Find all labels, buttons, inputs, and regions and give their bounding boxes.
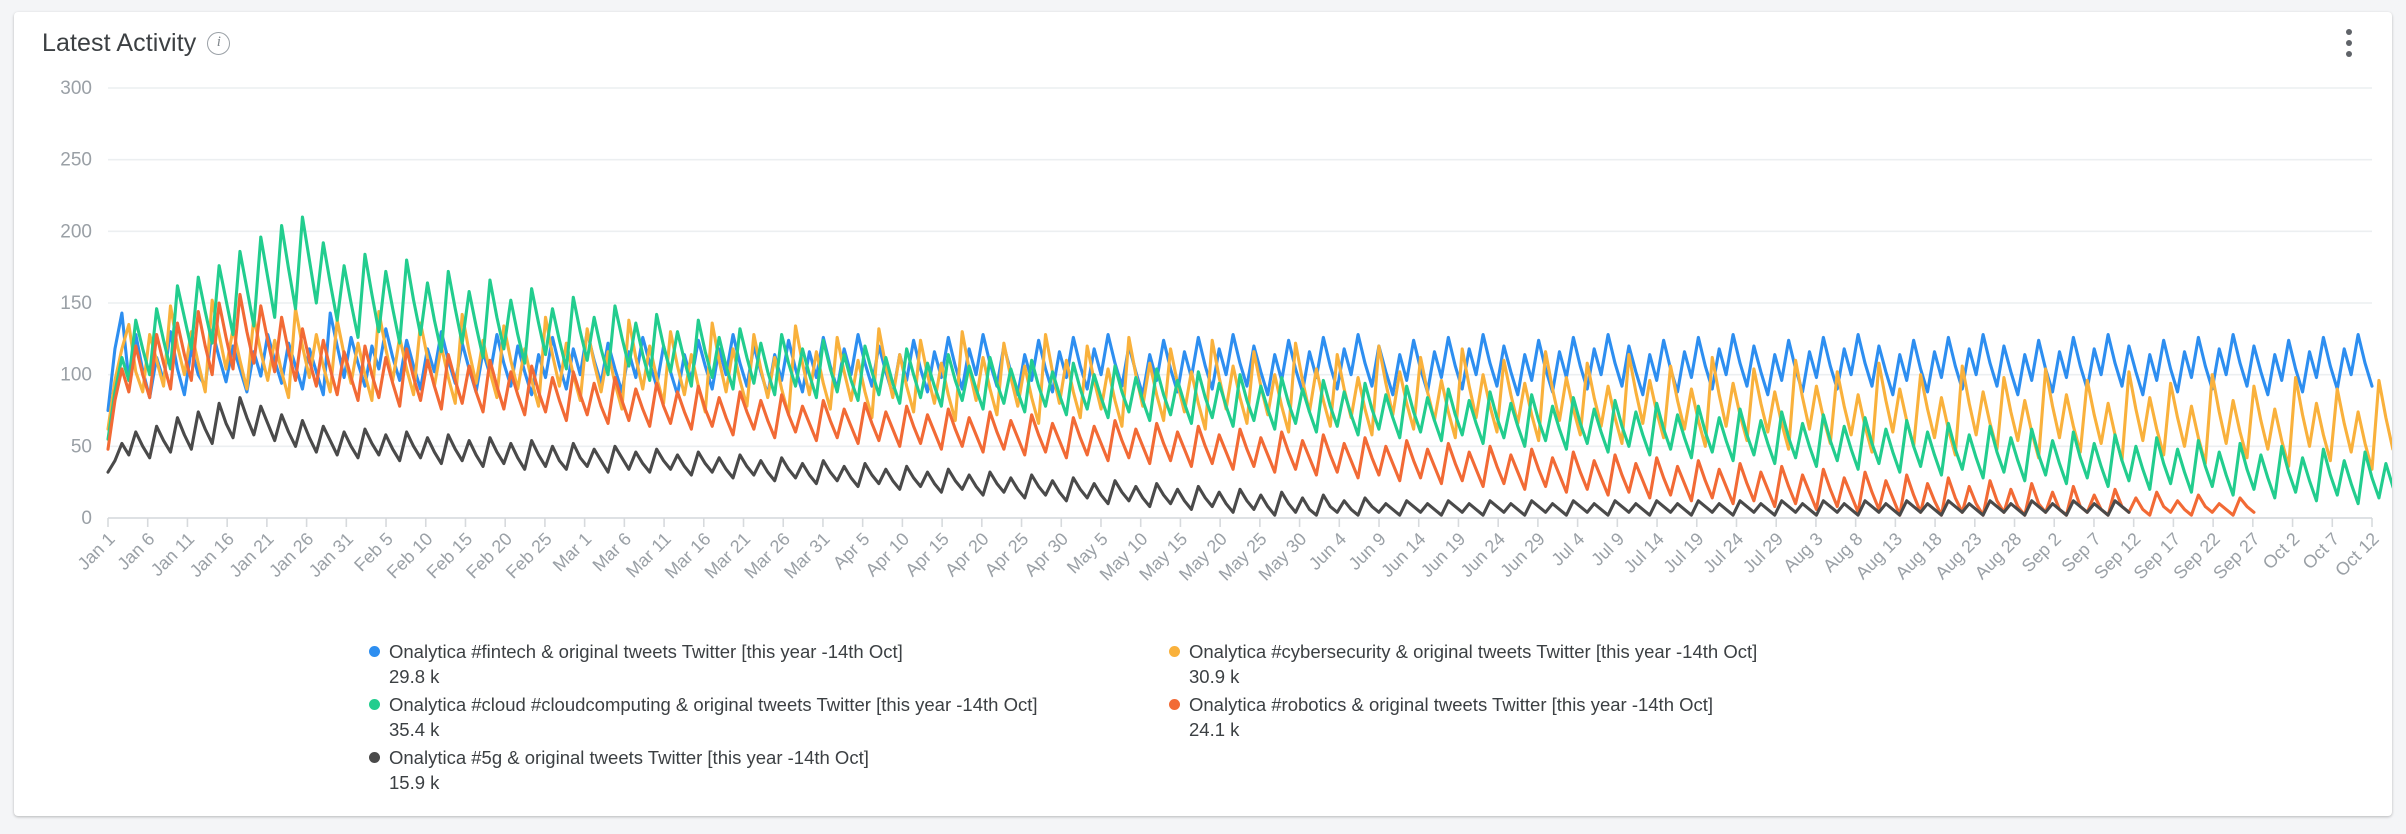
legend-color-dot-icon [369, 699, 380, 710]
legend-color-dot-icon [1169, 646, 1180, 657]
menu-dot [2346, 40, 2352, 46]
info-icon[interactable]: i [207, 31, 231, 55]
x-axis-tick-label: Jan 26 [265, 529, 317, 581]
page-title: Latest Activity [42, 28, 197, 57]
x-axis-tick-label: Feb 25 [502, 529, 556, 583]
legend-item-value: 29.8 k [389, 666, 440, 687]
y-axis-tick-label: 300 [60, 78, 92, 99]
x-axis-tick-label: Oct 2 [2259, 529, 2304, 574]
x-axis-tick-label: Jul 4 [1547, 529, 1588, 570]
legend-item[interactable]: Onalytica #5g & original tweets Twitter … [369, 745, 1169, 797]
chart-plot-area: 0 50 100 150 200 250 300 Jan 1 Jan 6 Jan 11 Jan 1… [14, 70, 2392, 590]
x-axis-tick-label: Apr 10 [862, 529, 914, 581]
x-axis-tick-label: Apr 30 [1020, 529, 1072, 581]
x-axis-tick-label: Jul 24 [1699, 529, 1747, 577]
card-header: Latest Activity i [14, 12, 2392, 74]
legend-color-dot-icon [369, 752, 380, 763]
x-axis-tick-label: Apr 20 [941, 529, 993, 581]
legend-item-row[interactable]: Onalytica #robotics & original tweets Tw… [1169, 692, 1869, 717]
legend-item-label: Onalytica #5g & original tweets Twitter … [389, 747, 869, 768]
y-axis-tick-labels: 0 50 100 150 200 250 300 [60, 78, 92, 529]
x-axis-tick-label: Mar 31 [780, 529, 834, 583]
x-axis-tick-label: Jun 14 [1377, 529, 1429, 581]
legend-column-right: Onalytica #cybersecurity & original twee… [1169, 639, 1869, 798]
legend-item-row[interactable]: Onalytica #cloud #cloudcomputing & origi… [369, 692, 1169, 717]
title-group: Latest Activity i [42, 28, 231, 58]
x-axis-tick-label: Jan 31 [305, 529, 357, 581]
legend-item-value: 30.9 k [1189, 666, 1240, 687]
menu-dot [2346, 51, 2352, 57]
y-axis-tick-label: 200 [60, 221, 92, 242]
legend-item[interactable]: Onalytica #cloud #cloudcomputing & origi… [369, 692, 1169, 744]
x-axis-tick-labels: Jan 1Jan 6Jan 11Jan 16Jan 21Jan 26Jan 31… [74, 529, 2383, 585]
legend-item[interactable]: Onalytica #cybersecurity & original twee… [1169, 639, 1869, 691]
y-axis-tick-label: 100 [60, 365, 92, 386]
y-axis-tick-label: 150 [60, 293, 92, 314]
x-axis-tick-label: Jul 29 [1739, 529, 1787, 577]
x-axis [107, 517, 2373, 527]
y-axis-tick-label: 0 [81, 508, 92, 529]
legend-item-row[interactable]: Onalytica #cybersecurity & original twee… [1169, 639, 1869, 664]
screenshot-root: Latest Activity i 0 50 100 150 200 250 300 Jan… [0, 0, 2406, 834]
legend-item-value: 24.1 k [1189, 719, 1240, 740]
legend-item[interactable]: Onalytica #robotics & original tweets Tw… [1169, 692, 1869, 744]
x-axis-tick-label: Jan 1 [74, 529, 119, 574]
y-axis-tick-label: 50 [71, 436, 92, 457]
x-axis-tick-label: Apr 15 [901, 529, 953, 581]
legend-item-row[interactable]: Onalytica #fintech & original tweets Twi… [369, 639, 1169, 664]
x-axis-tick-label: Jul 19 [1659, 529, 1707, 577]
legend-item[interactable]: Onalytica #fintech & original tweets Twi… [369, 639, 1169, 691]
line-chart-svg: 0 50 100 150 200 250 300 Jan 1Jan 6Jan 11Jan 1… [60, 78, 2392, 585]
more-vertical-icon[interactable] [2332, 23, 2366, 63]
x-axis-tick-label: Sep 2 [2018, 529, 2065, 576]
legend-item-label: Onalytica #fintech & original tweets Twi… [389, 641, 903, 662]
legend-item-label: Onalytica #cybersecurity & original twee… [1189, 641, 1758, 662]
chart-series-lines [106, 215, 2392, 517]
legend-item-label: Onalytica #cloud #cloudcomputing & origi… [389, 694, 1038, 715]
x-axis-tick-label: Apr 25 [981, 529, 1033, 581]
chart-gridlines [108, 87, 2372, 519]
series-line [106, 292, 2256, 517]
x-axis-tick-label: Mar 1 [549, 529, 596, 576]
chart-legend: Onalytica #fintech & original tweets Twi… [14, 639, 2392, 798]
y-axis-tick-label: 250 [60, 150, 92, 171]
x-axis-tick-label: Jan 16 [186, 529, 238, 581]
legend-item-row[interactable]: Onalytica #5g & original tweets Twitter … [369, 745, 1169, 770]
legend-column-left: Onalytica #fintech & original tweets Twi… [369, 639, 1169, 798]
legend-item-value: 35.4 k [389, 719, 440, 740]
x-axis-tick-label: Aug 3 [1779, 529, 1826, 576]
legend-color-dot-icon [1169, 699, 1180, 710]
menu-dot [2346, 29, 2352, 35]
x-axis-tick-label: Jan 21 [225, 529, 277, 581]
x-axis-tick-label: Jun 4 [1305, 529, 1350, 574]
x-axis-tick-label: Jul 14 [1620, 529, 1668, 577]
x-axis-tick-label: Jun 19 [1417, 529, 1469, 581]
legend-color-dot-icon [369, 646, 380, 657]
legend-item-label: Onalytica #robotics & original tweets Tw… [1189, 694, 1714, 715]
legend-item-value: 15.9 k [389, 772, 440, 793]
x-axis-tick-label: Oct 12 [2331, 529, 2383, 581]
latest-activity-card: Latest Activity i 0 50 100 150 200 250 300 Jan… [14, 12, 2392, 816]
x-axis-tick-label: Jun 24 [1457, 529, 1509, 581]
x-axis-tick-label: Jun 29 [1496, 529, 1548, 581]
